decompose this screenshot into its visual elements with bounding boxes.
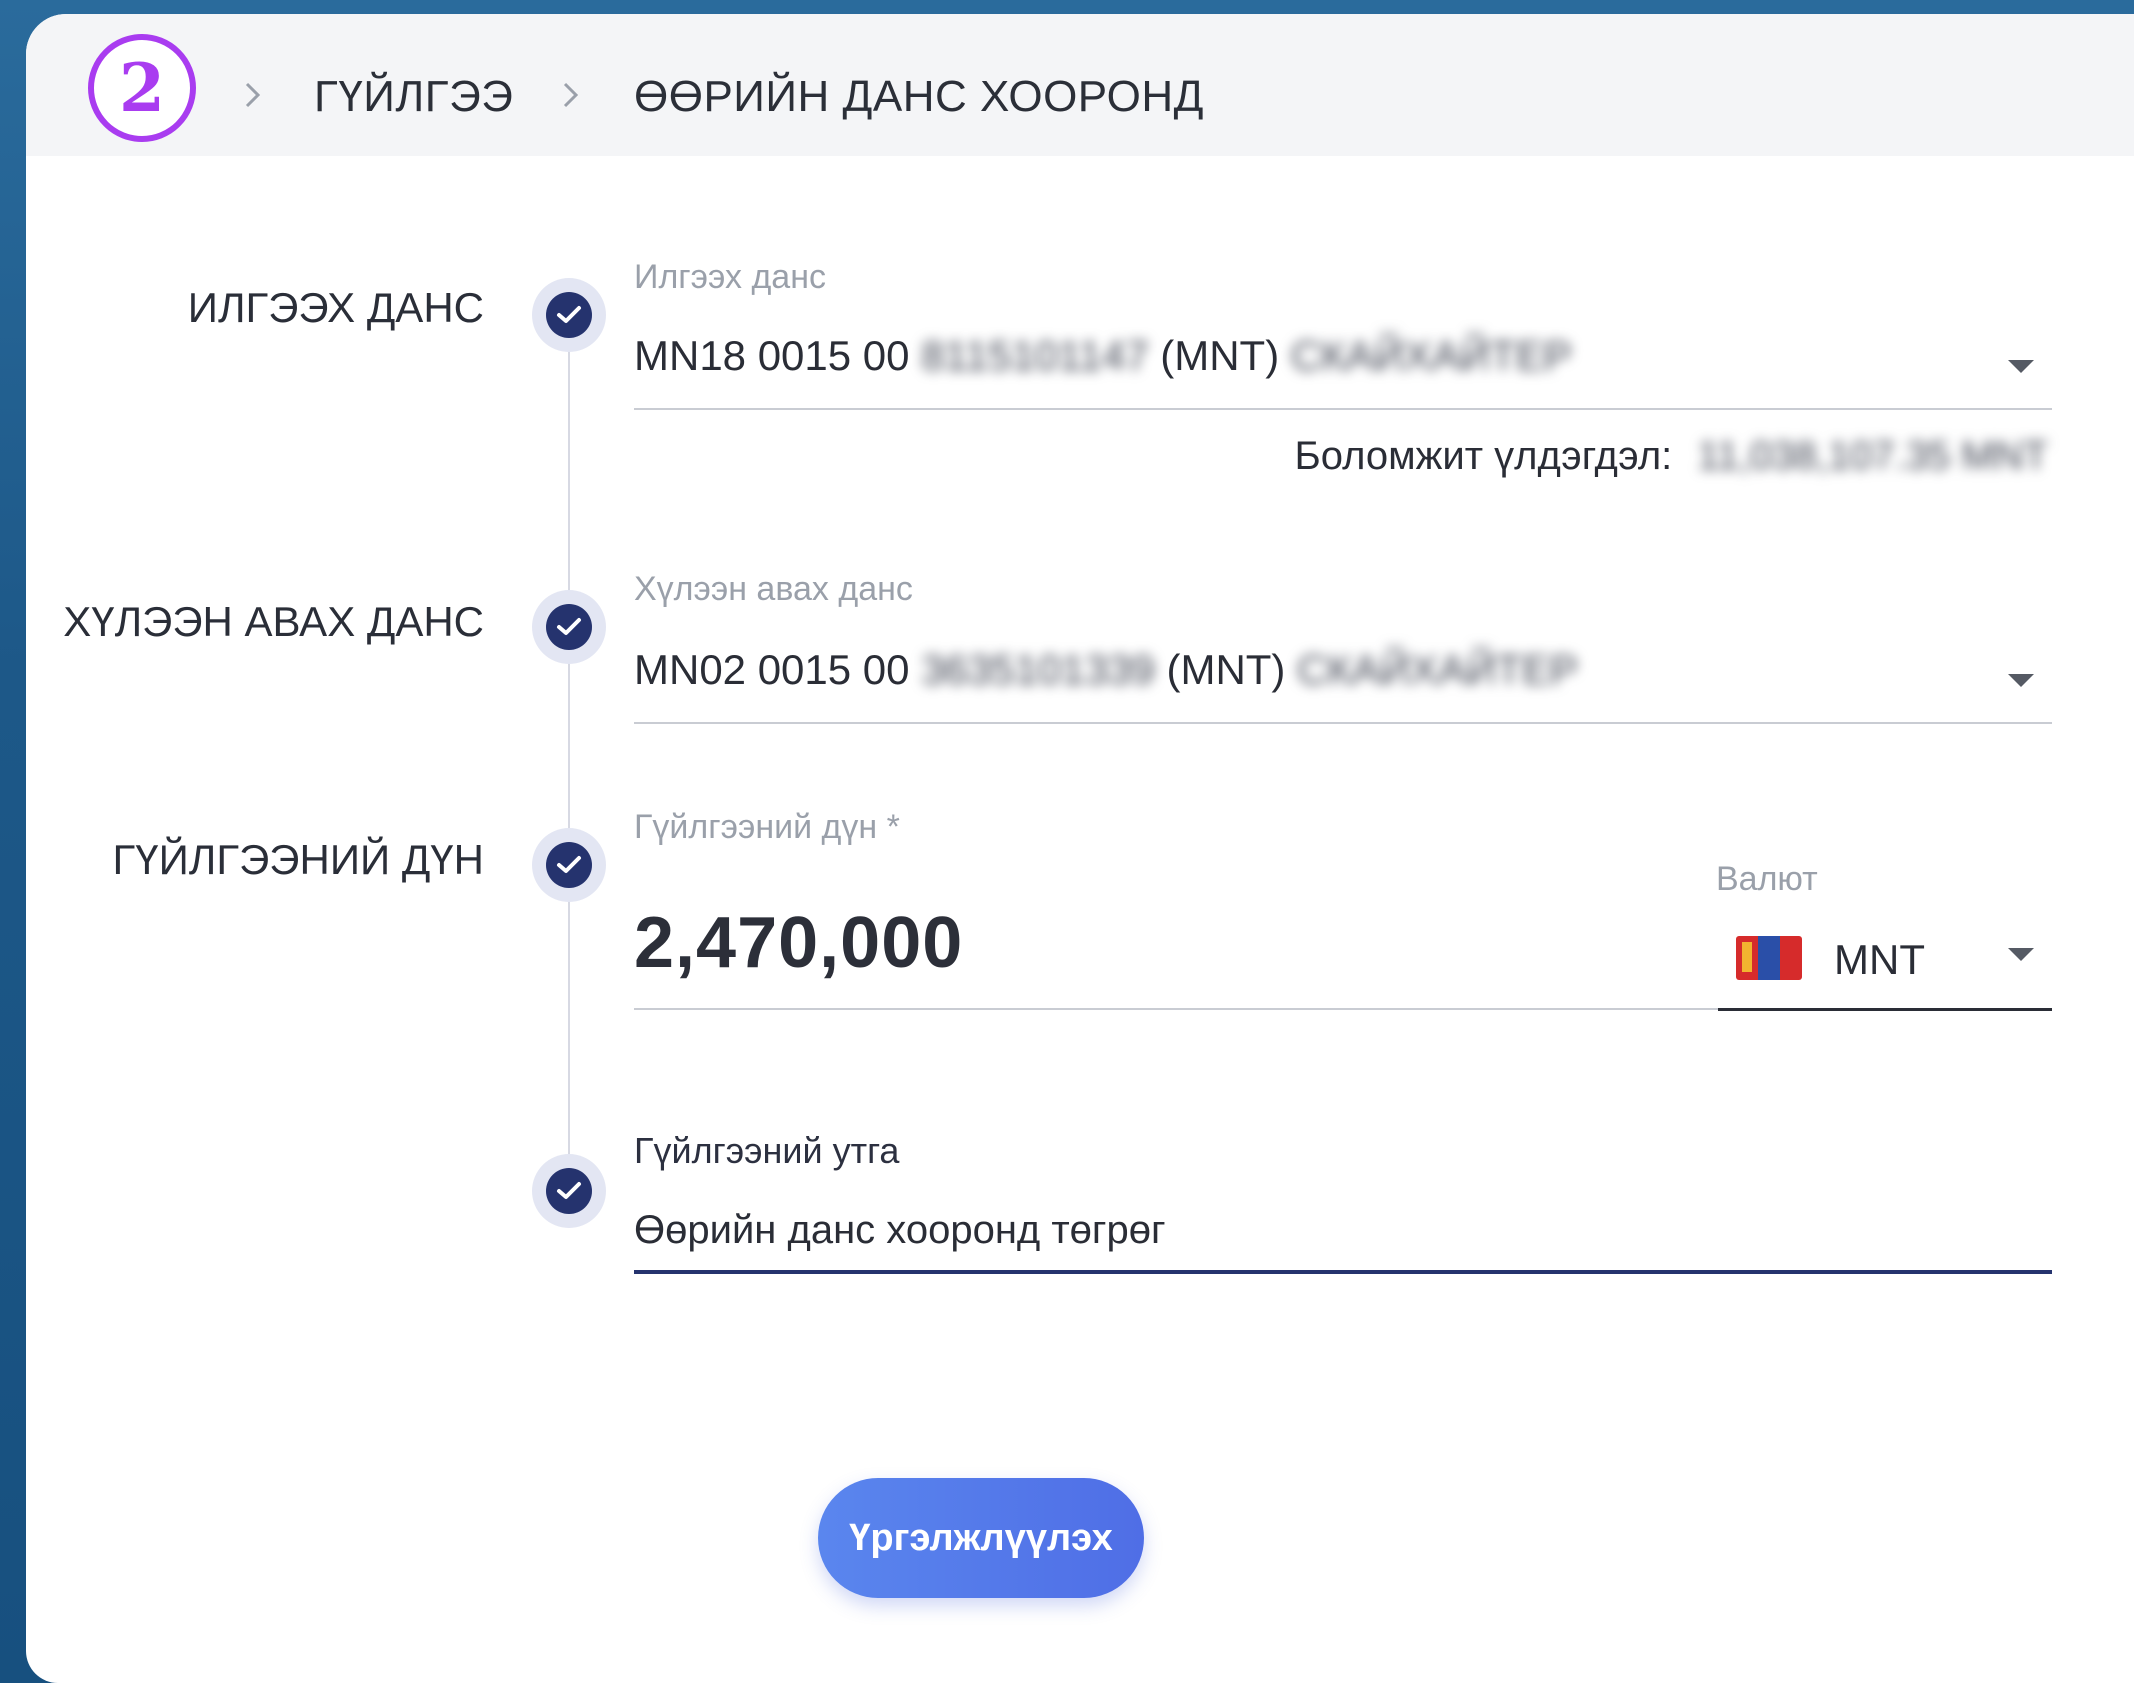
- breadcrumb-item-transactions[interactable]: ГҮЙЛГЭЭ: [314, 72, 513, 122]
- currency-dropdown-icon[interactable]: [2008, 948, 2034, 961]
- to-account-dropdown-icon[interactable]: [2008, 674, 2034, 687]
- step-check-icon: [532, 828, 606, 902]
- to-account-underline: [634, 722, 2052, 724]
- chevron-right-icon: [563, 82, 579, 108]
- stepper-line: [568, 334, 570, 1194]
- mongolia-flag-icon: [1736, 936, 1802, 980]
- breadcrumb: 2 ГҮЙЛГЭЭ ӨӨРИЙН ДАНС ХООРОНД: [26, 14, 2134, 156]
- currency-value: MNT: [1834, 936, 1925, 983]
- checkmark-icon: [557, 856, 581, 873]
- checkmark-icon: [557, 1182, 581, 1199]
- from-account-masked-holder: СКАЙХАЙТЕР: [1290, 332, 1572, 379]
- checkmark-icon: [557, 306, 581, 323]
- breadcrumb-item-own-accounts: ӨӨРИЙН ДАНС ХООРОНД: [634, 72, 1204, 121]
- purpose-input[interactable]: [634, 1190, 2052, 1270]
- from-account-select[interactable]: MN18 0015 00 8115101147 (MNT) СКАЙХАЙТЕР: [634, 332, 1572, 380]
- step-check-icon: [532, 278, 606, 352]
- to-account-select[interactable]: MN02 0015 00 3635101339 (MNT) СКАЙХАЙТЕР: [634, 646, 1578, 694]
- balance-masked-value: 11,038,107.35 MNT: [1697, 434, 2048, 478]
- from-account-masked-number: 8115101147: [921, 332, 1149, 379]
- to-account-caption: Хүлээн авах данс: [634, 570, 913, 608]
- step-label-to-account: ХҮЛЭЭН АВАХ ДАНС: [63, 598, 484, 645]
- from-account-caption: Илгээх данс: [634, 258, 826, 296]
- step-number-badge: 2: [88, 34, 196, 142]
- from-account-currency: (MNT): [1160, 332, 1280, 379]
- from-account-underline: [634, 408, 2052, 410]
- amount-underline: [634, 1008, 1724, 1010]
- to-account-currency: (MNT): [1166, 646, 1286, 693]
- purpose-caption: Гүйлгээний утга: [634, 1130, 900, 1171]
- from-account-dropdown-icon[interactable]: [2008, 360, 2034, 373]
- step-check-icon: [532, 590, 606, 664]
- from-account-prefix: MN18 0015 00: [634, 332, 910, 379]
- purpose-underline-focused: [634, 1270, 2052, 1274]
- amount-input[interactable]: 2,470,000: [634, 902, 963, 984]
- to-account-masked-holder: СКАЙХАЙТЕР: [1297, 646, 1578, 693]
- currency-select-underline[interactable]: [1718, 1008, 2052, 1011]
- step-label-amount: ГҮЙЛГЭЭНИЙ ДҮН: [112, 836, 484, 883]
- step-check-icon: [532, 1154, 606, 1228]
- to-account-masked-number: 3635101339: [921, 646, 1155, 693]
- continue-button[interactable]: Үргэлжлүүлэх: [818, 1478, 1144, 1598]
- available-balance: Боломжит үлдэгдэл: 11,038,107.35 MNT: [1294, 434, 2048, 479]
- chevron-right-icon: [245, 82, 261, 108]
- to-account-prefix: MN02 0015 00: [634, 646, 910, 693]
- transfer-card: 2 ГҮЙЛГЭЭ ӨӨРИЙН ДАНС ХООРОНД ИЛГЭЭХ ДАН…: [26, 14, 2134, 1683]
- balance-label: Боломжит үлдэгдэл:: [1294, 434, 1673, 478]
- currency-caption: Валют: [1716, 860, 1818, 898]
- amount-caption: Гүйлгээний дүн *: [634, 808, 900, 846]
- step-label-from-account: ИЛГЭЭХ ДАНС: [187, 284, 484, 331]
- checkmark-icon: [557, 618, 581, 635]
